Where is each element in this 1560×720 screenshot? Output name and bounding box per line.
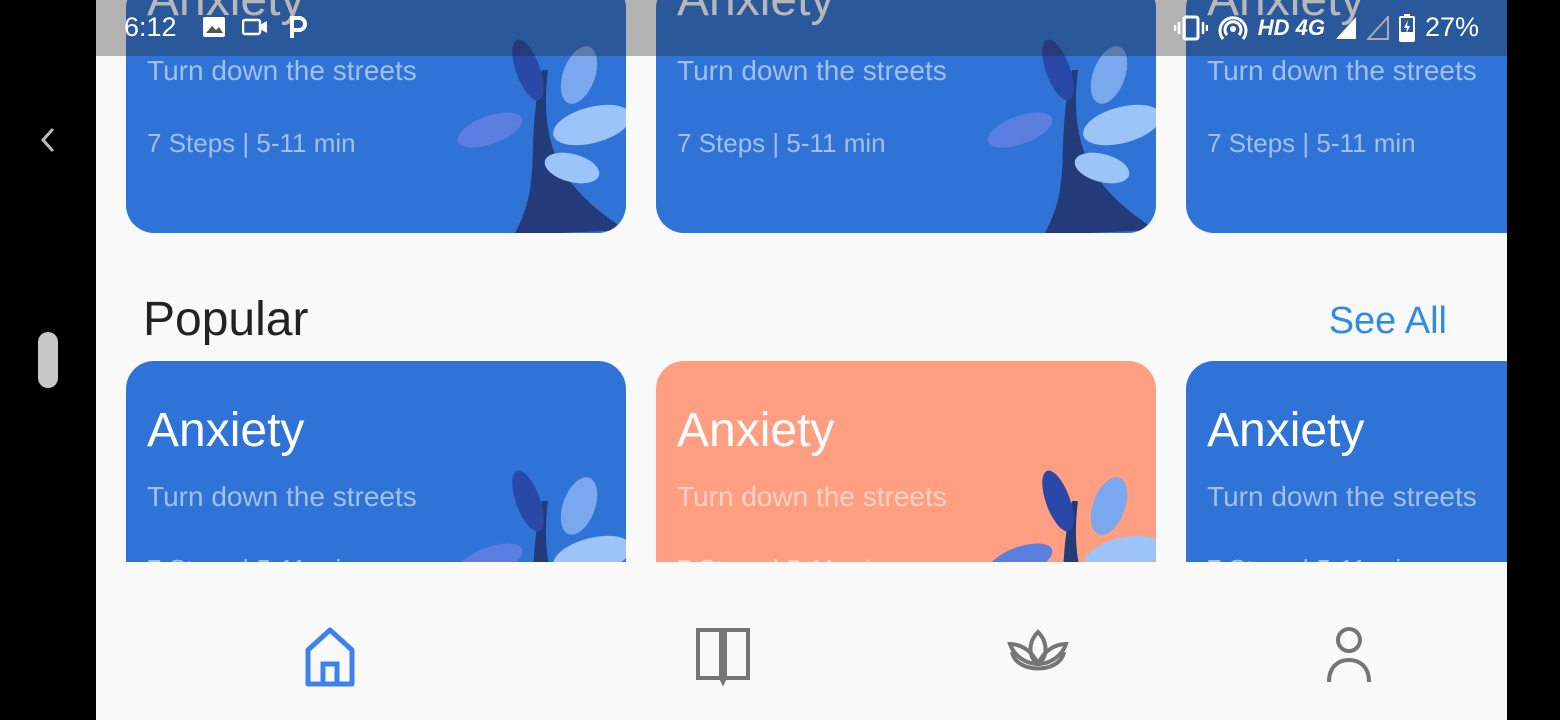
card-subtitle: Turn down the streets [147,55,417,86]
see-all-link[interactable]: See All [1329,300,1447,343]
card-title: Anxiety [1207,404,1365,457]
status-time: 6:12 [124,12,177,42]
bottom-navigation [96,562,1507,720]
card-subtitle: Turn down the streets [1207,481,1477,512]
status-bar: 6:12 HD 4G 27% [96,0,1507,56]
nav-meditate[interactable] [998,612,1078,692]
card-subtitle: Turn down the streets [677,55,947,86]
card-subtitle: Turn down the streets [677,481,947,512]
card-meta: 7 Steps | 5-11 min [677,128,886,158]
hotspot-icon [1218,15,1248,40]
parking-icon [290,16,307,38]
card-title: Anxiety [147,404,305,457]
card-subtitle: Turn down the streets [1207,55,1477,86]
lotus-icon [1007,629,1069,671]
home-icon [305,627,355,687]
card-meta: 7 Steps | 5-11 min [147,128,356,158]
network-type: HD 4G [1257,14,1325,40]
drag-handle[interactable] [38,332,58,388]
tree-icon [457,39,626,233]
app-screen: 6:12 HD 4G 27% Anxiety Turn down the str… [96,0,1507,720]
nav-home[interactable] [290,612,370,692]
battery-icon [1398,13,1415,42]
system-nav-rail [0,0,96,720]
vibrate-icon [1173,15,1208,40]
video-icon [242,18,267,36]
section-title-popular: Popular [143,293,309,346]
signal-icon [1335,16,1356,39]
nav-library[interactable] [683,612,763,692]
book-icon [696,628,750,687]
battery-level: 27% [1424,12,1479,42]
tree-icon [987,39,1156,233]
back-chevron-icon[interactable] [38,126,58,154]
card-title: Anxiety [677,404,835,457]
card-meta: 7 Steps | 5-11 min [1207,128,1416,158]
profile-icon [1327,627,1371,683]
gallery-icon [203,17,225,37]
card-subtitle: Turn down the streets [147,481,417,512]
signal-empty-icon [1366,15,1389,40]
nav-profile[interactable] [1309,612,1389,692]
